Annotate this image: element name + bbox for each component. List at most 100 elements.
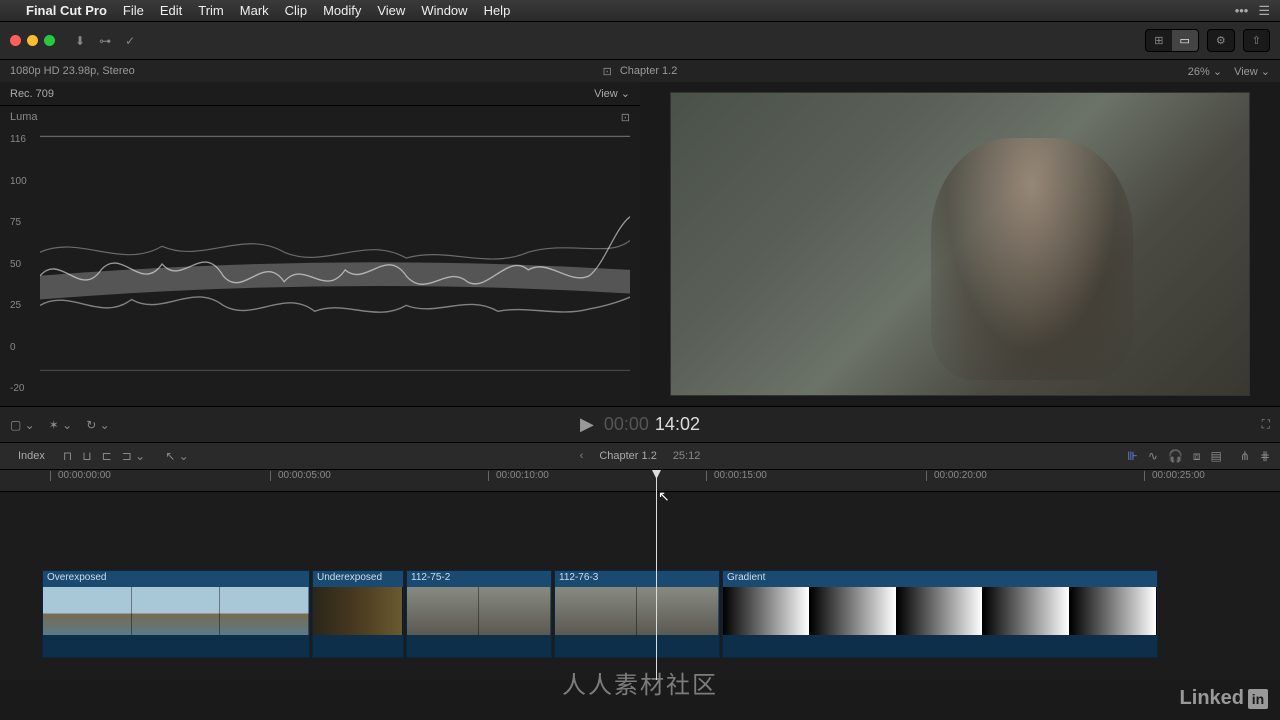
playhead[interactable] [656, 470, 657, 680]
tick-neg20: -20 [10, 383, 36, 394]
history-back-button[interactable]: ‹ [580, 450, 584, 462]
timeline-duration: 25:12 [673, 450, 701, 462]
mouse-cursor-icon: ↖ [658, 488, 670, 505]
viewer-video[interactable] [670, 92, 1250, 396]
append-clip-icon[interactable]: ⊏ [102, 449, 112, 463]
clip-audio [723, 635, 1157, 657]
clip-thumbnail [897, 587, 984, 635]
ruler-tick: 00:00:05:00 [270, 470, 331, 481]
arrow-tool-icon[interactable]: ↖ ⌄ [165, 449, 188, 463]
layout-segment: ⊞ ▭ [1145, 29, 1199, 52]
menu-window[interactable]: Window [421, 3, 467, 18]
clip-thumbnail [407, 587, 479, 635]
timeline[interactable]: 00:00:00:0000:00:05:0000:00:10:0000:00:1… [0, 470, 1280, 680]
clip[interactable]: Gradient [722, 570, 1158, 658]
keyword-icon[interactable]: ⊶ [99, 34, 111, 48]
clip-audio [407, 635, 551, 657]
app-name[interactable]: Final Cut Pro [26, 3, 107, 18]
timeline-header: Index ⊓ ⊔ ⊏ ⊐ ⌄ ↖ ⌄ ‹ Chapter 1.2 25:12 … [0, 442, 1280, 470]
menu-file[interactable]: File [123, 3, 144, 18]
insert-clip-icon[interactable]: ⊔ [82, 449, 91, 463]
clip[interactable]: 112-75-2 [406, 570, 552, 658]
ruler-tick: 00:00:20:00 [926, 470, 987, 481]
clip-sort-icon[interactable]: ↻ ⌄ [86, 418, 109, 432]
timecode-prefix: 00:00 [604, 414, 649, 435]
lanes-icon[interactable]: ▤ [1211, 449, 1222, 463]
timeline-project-name: Chapter 1.2 [599, 450, 656, 462]
tick-75: 75 [10, 217, 36, 228]
clip-audio [313, 635, 403, 657]
ruler-tick: 00:00:25:00 [1144, 470, 1205, 481]
clip-thumbnail [1070, 587, 1157, 635]
menu-mark[interactable]: Mark [240, 3, 269, 18]
tick-0: 0 [10, 342, 36, 353]
zoom-button[interactable] [44, 35, 55, 46]
enhance-icon[interactable]: ⊡ [603, 65, 612, 78]
trim-start-icon[interactable]: ⋔ [1240, 449, 1250, 463]
close-button[interactable] [10, 35, 21, 46]
inspector-toggle-button[interactable]: ⚙ [1208, 30, 1234, 51]
clip-thumbnail [723, 587, 810, 635]
clip[interactable]: Overexposed [42, 570, 310, 658]
audio-skimming-icon[interactable]: ∿ [1148, 449, 1158, 463]
bg-tasks-icon[interactable]: ✓ [125, 34, 135, 48]
clip[interactable]: Underexposed [312, 570, 404, 658]
fullscreen-icon[interactable]: ⛶ [1262, 417, 1270, 432]
scope-view-menu[interactable]: View ⌄ [594, 87, 630, 100]
menu-list-icon[interactable]: ☰ [1258, 3, 1270, 19]
play-button[interactable]: ▶ [580, 414, 594, 435]
clip-thumbnail [555, 587, 637, 635]
clip-filter-icon[interactable]: ✶ ⌄ [49, 418, 72, 432]
clip-thumbnail [313, 587, 403, 635]
clip-thumbnail [43, 587, 132, 635]
app-toolbar: ⬇ ⊶ ✓ ⊞ ▭ ⚙ ⇧ [0, 22, 1280, 60]
main-area: Rec. 709 View ⌄ Luma ⊡ 116 100 75 50 25 … [0, 82, 1280, 406]
menu-help[interactable]: Help [484, 3, 511, 18]
menu-clip[interactable]: Clip [285, 3, 307, 18]
menu-extras-icon[interactable]: ••• [1235, 3, 1249, 18]
clip-label: Underexposed [313, 571, 403, 587]
clip-appearance-icon[interactable]: ▢ ⌄ [10, 418, 35, 432]
clip[interactable]: 112-76-3 [554, 570, 720, 658]
skimming-icon[interactable]: ⊪ [1127, 449, 1137, 463]
view-menu[interactable]: View ⌄ [1234, 65, 1270, 78]
solo-icon[interactable]: 🎧 [1168, 449, 1183, 463]
viewer-panel [640, 82, 1280, 406]
scrub-bar: ▢ ⌄ ✶ ⌄ ↻ ⌄ ▶ 00:00 14:02 ⛶ [0, 406, 1280, 442]
timeline-ruler[interactable]: 00:00:00:0000:00:05:0000:00:10:0000:00:1… [0, 470, 1280, 492]
overwrite-clip-icon[interactable]: ⊐ ⌄ [122, 449, 145, 463]
share-button[interactable]: ⇧ [1244, 30, 1269, 51]
snapping-icon[interactable]: ⧈ [1193, 449, 1201, 464]
info-bar: 1080p HD 23.98p, Stereo ⊡ Chapter 1.2 26… [0, 60, 1280, 82]
tick-25: 25 [10, 300, 36, 311]
menu-edit[interactable]: Edit [160, 3, 182, 18]
tick-50: 50 [10, 259, 36, 270]
clip-thumbnail [479, 587, 551, 635]
video-scopes-panel: Rec. 709 View ⌄ Luma ⊡ 116 100 75 50 25 … [0, 82, 640, 406]
ruler-tick: 00:00:15:00 [706, 470, 767, 481]
tick-116: 116 [10, 134, 36, 145]
minimize-button[interactable] [27, 35, 38, 46]
menu-view[interactable]: View [377, 3, 405, 18]
layout-browser-button[interactable]: ⊞ [1146, 30, 1171, 51]
scope-settings-icon[interactable]: ⊡ [621, 111, 630, 124]
clip-thumbnail [637, 587, 719, 635]
window-controls [10, 35, 55, 46]
ruler-tick: 00:00:10:00 [488, 470, 549, 481]
connect-clip-icon[interactable]: ⊓ [63, 449, 72, 463]
zoom-level[interactable]: 26% ⌄ [1188, 65, 1222, 78]
layout-timeline-button[interactable]: ▭ [1172, 30, 1198, 51]
watermark-linkedin: Linkedin [1180, 687, 1268, 710]
menu-trim[interactable]: Trim [198, 3, 224, 18]
timecode: 14:02 [655, 414, 700, 435]
project-title: Chapter 1.2 [620, 65, 677, 77]
clip-label: Gradient [723, 571, 1157, 587]
format-label: 1080p HD 23.98p, Stereo [10, 65, 135, 77]
primary-storyline[interactable]: OverexposedUnderexposed112-75-2112-76-3G… [42, 570, 1160, 658]
menu-modify[interactable]: Modify [323, 3, 361, 18]
clip-thumbnail [983, 587, 1070, 635]
tick-100: 100 [10, 176, 36, 187]
import-icon[interactable]: ⬇ [75, 34, 85, 48]
index-button[interactable]: Index [10, 448, 53, 464]
trim-end-icon[interactable]: ⋕ [1260, 449, 1270, 463]
